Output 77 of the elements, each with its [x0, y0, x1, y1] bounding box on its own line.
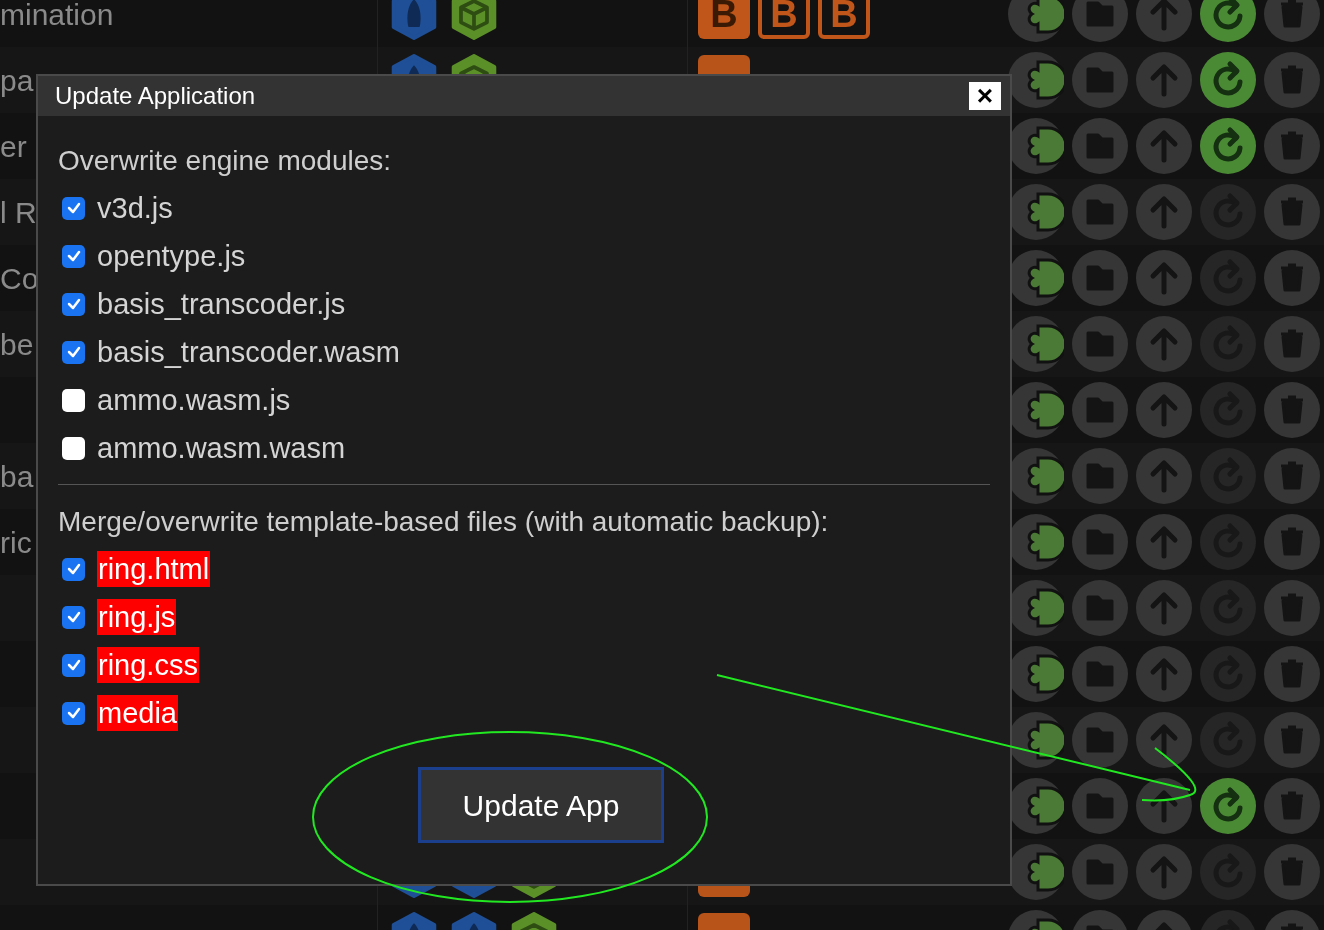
upload-icon[interactable] [1136, 778, 1192, 834]
trash-icon[interactable] [1264, 448, 1320, 504]
checkbox[interactable] [62, 292, 85, 316]
folder-icon[interactable] [1072, 382, 1128, 438]
checkbox-label: opentype.js [97, 239, 246, 274]
folder-icon[interactable] [1072, 184, 1128, 240]
checkbox[interactable] [62, 196, 85, 220]
checkbox[interactable] [62, 340, 85, 364]
folder-icon[interactable] [1072, 0, 1128, 42]
close-button[interactable]: × [969, 82, 1001, 110]
trash-icon[interactable] [1264, 382, 1320, 438]
dialog-title: Update Application [55, 81, 256, 111]
check-icon [65, 344, 82, 360]
check-icon [65, 705, 82, 721]
checkbox[interactable] [62, 653, 85, 677]
row-label: l R [0, 194, 37, 231]
checkbox-label: media [97, 695, 178, 731]
trash-icon[interactable] [1264, 514, 1320, 570]
row-label: er [0, 128, 27, 165]
checkbox[interactable] [62, 557, 85, 581]
row-label: Co [0, 260, 39, 297]
folder-icon[interactable] [1072, 712, 1128, 768]
check-icon [65, 657, 82, 673]
folder-icon[interactable] [1072, 514, 1128, 570]
trash-icon[interactable] [1264, 844, 1320, 900]
checkbox[interactable] [62, 244, 85, 268]
row-label: mination [0, 0, 114, 33]
app-badge-icon: B [698, 0, 750, 39]
checkbox-label: ring.css [97, 647, 199, 683]
trash-icon[interactable] [1264, 0, 1320, 42]
checkbox-label: basis_transcoder.js [97, 287, 346, 322]
folder-icon[interactable] [1072, 448, 1128, 504]
section-heading: Overwrite engine modules: [58, 144, 393, 178]
checkbox-label: v3d.js [97, 191, 173, 226]
app-badge-icon: B [818, 0, 870, 39]
trash-icon[interactable] [1264, 712, 1320, 768]
checkbox[interactable] [62, 605, 85, 629]
folder-icon[interactable] [1072, 646, 1128, 702]
folder-icon[interactable] [1072, 250, 1128, 306]
trash-icon[interactable] [1264, 580, 1320, 636]
checkbox-label: ammo.wasm.js [97, 383, 291, 418]
check-icon [65, 296, 82, 312]
trash-icon[interactable] [1264, 316, 1320, 372]
checkbox-label: ring.html [97, 551, 211, 587]
trash-icon[interactable] [1264, 646, 1320, 702]
folder-icon[interactable] [1072, 778, 1128, 834]
folder-icon[interactable] [1072, 118, 1128, 174]
section-heading: Merge/overwrite template-based files (with automatic backup): [58, 505, 830, 539]
trash-icon[interactable] [1264, 778, 1320, 834]
app-badge-icon: B [758, 0, 810, 39]
row-label: ba [0, 458, 34, 495]
checkbox-label: ring.js [97, 599, 177, 635]
check-icon [65, 609, 82, 625]
refresh-icon[interactable] [1200, 0, 1256, 42]
refresh-icon[interactable] [1200, 118, 1256, 174]
checkbox[interactable] [62, 701, 85, 725]
update-app-button[interactable]: Update App [418, 767, 664, 843]
trash-icon[interactable] [1264, 250, 1320, 306]
check-icon [65, 200, 82, 216]
folder-icon[interactable] [1072, 316, 1128, 372]
folder-icon[interactable] [1072, 580, 1128, 636]
row-label: pa [0, 62, 34, 99]
row-label: ric [0, 524, 32, 561]
checkbox[interactable] [62, 436, 85, 460]
folder-icon[interactable] [1072, 844, 1128, 900]
checkbox-label: basis_transcoder.wasm [97, 335, 401, 370]
check-icon [65, 561, 82, 577]
trash-icon[interactable] [1264, 184, 1320, 240]
checkbox-label: ammo.wasm.wasm [97, 431, 346, 466]
row-label: be [0, 326, 34, 363]
checkbox[interactable] [62, 388, 85, 412]
refresh-icon[interactable] [1200, 52, 1256, 108]
trash-icon[interactable] [1264, 52, 1320, 108]
check-icon [65, 248, 82, 264]
trash-icon[interactable] [1264, 118, 1320, 174]
folder-icon[interactable] [1072, 52, 1128, 108]
refresh-icon[interactable] [1200, 778, 1256, 834]
